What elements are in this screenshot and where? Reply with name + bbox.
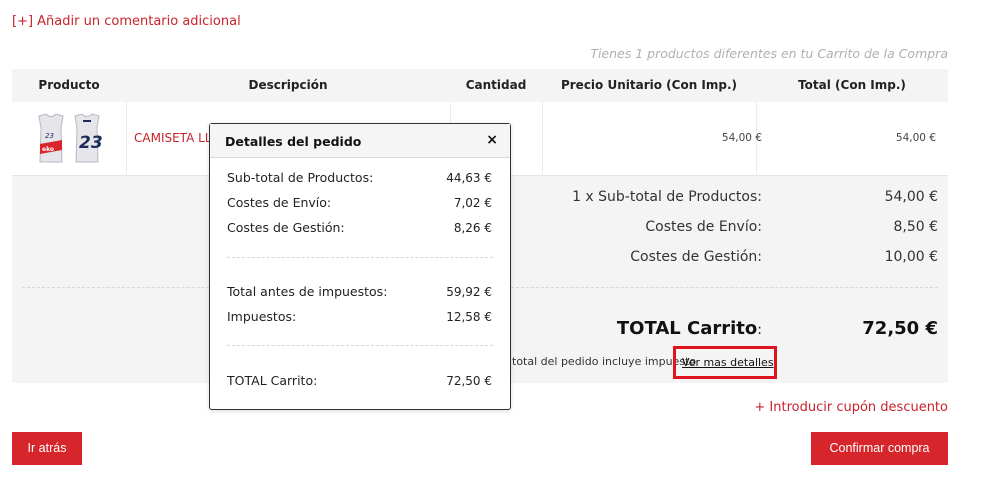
column-divider xyxy=(542,102,543,176)
add-comment-link[interactable]: [+] Añadir un comentario adicional xyxy=(12,14,241,29)
header-description: Descripción xyxy=(248,78,328,92)
product-name-link[interactable]: CAMISETA LLU xyxy=(134,131,220,145)
popup-tax-label: Impuestos: xyxy=(227,309,297,324)
popup-tax-value: 12,58 € xyxy=(446,310,492,324)
subtotal-label: 1 x Sub-total de Productos: xyxy=(572,189,762,205)
popup-title: Detalles del pedido xyxy=(225,134,362,149)
svg-text:eko: eko xyxy=(42,146,54,153)
popup-handling-label: Costes de Gestión: xyxy=(227,220,345,235)
header-product: Producto xyxy=(38,78,100,92)
table-header: Producto Descripción Cantidad Precio Uni… xyxy=(12,69,948,102)
cart-info-text: Tienes 1 productos diferentes en tu Carr… xyxy=(590,46,948,61)
popup-subtotal-value: 44,63 € xyxy=(446,171,492,185)
back-button[interactable]: Ir atrás xyxy=(12,432,82,465)
popup-subtotal-label: Sub-total de Productos: xyxy=(227,170,374,185)
popup-handling-value: 8,26 € xyxy=(453,221,492,235)
cart-total-text: TOTAL Carrito xyxy=(616,318,758,339)
svg-text:23: 23 xyxy=(79,133,103,153)
close-icon[interactable]: × xyxy=(486,132,498,148)
header-total: Total (Con Imp.) xyxy=(798,78,906,92)
order-details-popup: Detalles del pedido × Sub-total de Produ… xyxy=(209,123,511,410)
popup-header: Detalles del pedido × xyxy=(210,124,510,158)
popup-divider xyxy=(227,345,493,346)
popup-total-label: TOTAL Carrito: xyxy=(227,373,318,388)
details-link-highlight: Ver mas detalles xyxy=(673,346,777,379)
cart-total-label: TOTAL Carrito: xyxy=(617,318,762,339)
unit-price: 54,00 € xyxy=(721,132,762,144)
header-unit-price: Precio Unitario (Con Imp.) xyxy=(560,78,738,92)
popup-divider xyxy=(227,257,493,258)
svg-text:23: 23 xyxy=(45,132,54,140)
row-total: 54,00 € xyxy=(895,132,936,144)
header-quantity: Cantidad xyxy=(465,78,527,92)
popup-pretax-value: 59,92 € xyxy=(446,285,492,299)
cart-total-colon: : xyxy=(757,322,762,338)
product-thumbnail[interactable]: eko 23 23 xyxy=(34,110,104,166)
shipping-value: 8,50 € xyxy=(893,219,938,235)
shipping-label: Costes de Envío: xyxy=(645,219,762,235)
popup-shipping-value: 7,02 € xyxy=(453,196,492,210)
popup-pretax-label: Total antes de impuestos: xyxy=(227,284,388,299)
view-more-details-link[interactable]: Ver mas detalles xyxy=(682,356,774,369)
cart-total-value: 72,50 € xyxy=(862,318,938,339)
coupon-link[interactable]: + Introducir cupón descuento xyxy=(754,400,948,415)
handling-label: Costes de Gestión: xyxy=(630,249,762,265)
tax-note: total del pedido incluye impuesto xyxy=(512,355,697,368)
popup-shipping-label: Costes de Envío: xyxy=(227,195,332,210)
confirm-purchase-button[interactable]: Confirmar compra xyxy=(811,432,948,465)
column-divider xyxy=(126,102,127,176)
handling-value: 10,00 € xyxy=(884,249,938,265)
subtotal-value: 54,00 € xyxy=(884,189,938,205)
popup-total-value: 72,50 € xyxy=(446,374,492,388)
